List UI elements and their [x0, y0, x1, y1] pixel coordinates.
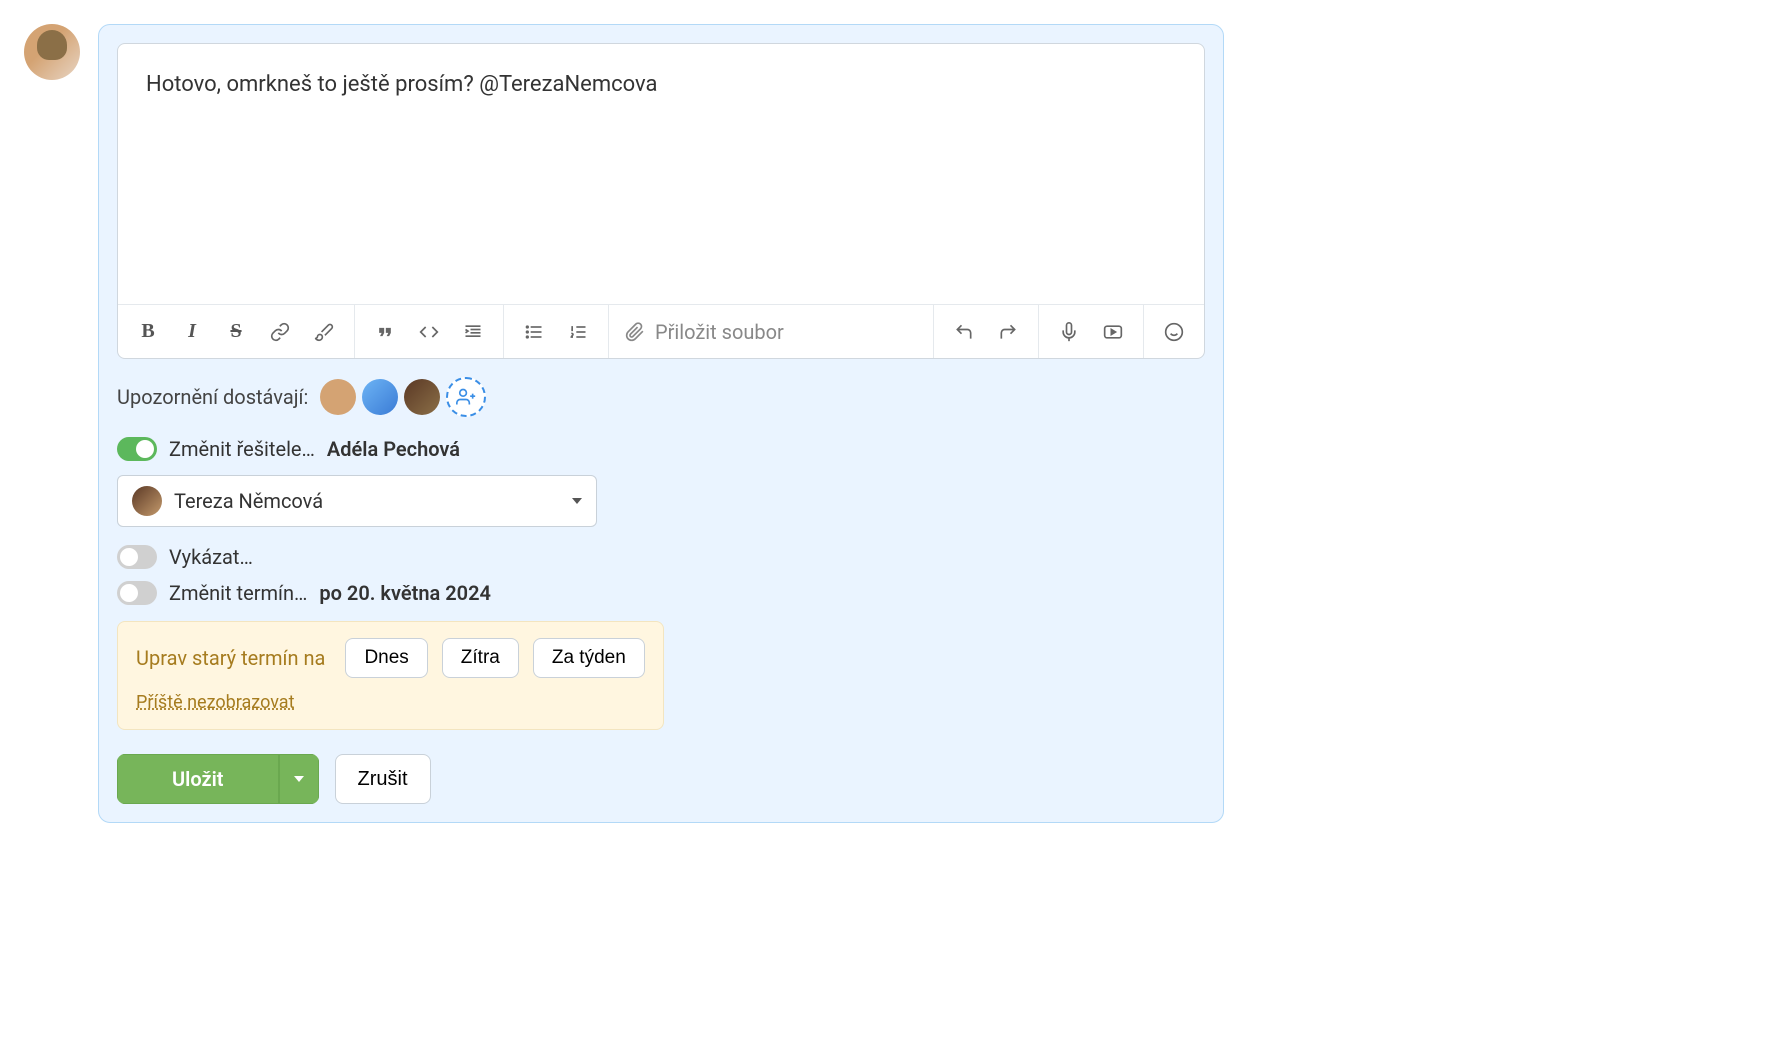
bold-icon: B	[141, 320, 154, 343]
deadline-toggle[interactable]	[117, 581, 157, 605]
attach-file-button[interactable]: Přiložit soubor	[609, 305, 934, 358]
brush-icon	[314, 322, 334, 342]
mic-icon	[1059, 322, 1079, 342]
track-row: Vykázat…	[117, 539, 1205, 575]
chevron-down-icon	[572, 498, 582, 504]
bold-button[interactable]: B	[126, 310, 170, 354]
toolbar-group-emoji	[1144, 305, 1204, 358]
undo-button[interactable]	[942, 310, 986, 354]
quote-button[interactable]	[363, 310, 407, 354]
paperclip-icon	[625, 322, 645, 342]
indent-button[interactable]	[451, 310, 495, 354]
message-input[interactable]: Hotovo, omrkneš to ještě prosím? @Tereza…	[118, 44, 1204, 304]
notify-avatars	[320, 377, 486, 417]
assignee-row: Změnit řešitele… Adéla Pechová	[117, 431, 1205, 467]
italic-button[interactable]: I	[170, 310, 214, 354]
cancel-button[interactable]: Zrušit	[335, 754, 431, 804]
redo-button[interactable]	[986, 310, 1030, 354]
track-toggle-label: Vykázat…	[169, 545, 253, 569]
ul-icon	[524, 322, 544, 342]
assignee-select-avatar	[132, 486, 162, 516]
ol-button[interactable]	[556, 310, 600, 354]
ul-button[interactable]	[512, 310, 556, 354]
author-avatar	[24, 24, 80, 80]
quote-icon	[375, 322, 395, 342]
toolbar-group-block	[355, 305, 504, 358]
deadline-suggest-box: Uprav starý termín na Dnes Zítra Za týde…	[117, 621, 664, 730]
notify-avatar[interactable]	[362, 379, 398, 415]
toolbar-group-media	[1039, 305, 1144, 358]
person-plus-icon	[456, 387, 476, 407]
assignee-select-value: Tereza Němcová	[174, 489, 560, 513]
save-button[interactable]: Uložit	[117, 754, 279, 804]
notify-avatar[interactable]	[404, 379, 440, 415]
code-icon	[419, 322, 439, 342]
link-icon	[270, 322, 290, 342]
attach-label: Přiložit soubor	[655, 320, 784, 344]
deadline-option-tomorrow[interactable]: Zítra	[442, 638, 519, 678]
chevron-down-icon	[294, 776, 304, 782]
link-button[interactable]	[258, 310, 302, 354]
assignee-toggle[interactable]	[117, 437, 157, 461]
deadline-option-today[interactable]: Dnes	[345, 638, 427, 678]
add-notify-person-button[interactable]	[446, 377, 486, 417]
redo-icon	[998, 322, 1018, 342]
strike-icon: S	[230, 320, 241, 343]
italic-icon: I	[188, 320, 196, 343]
emoji-button[interactable]	[1152, 310, 1196, 354]
assignee-select[interactable]: Tereza Němcová	[117, 475, 597, 527]
video-button[interactable]	[1091, 310, 1135, 354]
emoji-icon	[1164, 322, 1184, 342]
editor-toolbar: B I S	[118, 304, 1204, 358]
assignee-toggle-label: Změnit řešitele…	[169, 437, 315, 461]
notify-avatar[interactable]	[320, 379, 356, 415]
deadline-suggest-label: Uprav starý termín na	[136, 646, 325, 670]
save-dropdown-button[interactable]	[279, 754, 319, 804]
assignee-current-name: Adéla Pechová	[327, 437, 460, 461]
mic-button[interactable]	[1047, 310, 1091, 354]
video-icon	[1103, 322, 1123, 342]
code-button[interactable]	[407, 310, 451, 354]
toolbar-group-format: B I S	[118, 305, 355, 358]
deadline-option-week[interactable]: Za týden	[533, 638, 645, 678]
toolbar-group-list	[504, 305, 609, 358]
action-row: Uložit Zrušit	[117, 754, 1205, 804]
toolbar-group-history	[934, 305, 1039, 358]
strike-button[interactable]: S	[214, 310, 258, 354]
compose-panel: Hotovo, omrkneš to ještě prosím? @Tereza…	[98, 24, 1224, 823]
save-button-group: Uložit	[117, 754, 319, 804]
deadline-suggest-dismiss[interactable]: Příště nezobrazovat	[136, 692, 294, 713]
deadline-date: po 20. května 2024	[319, 581, 491, 605]
editor-box: Hotovo, omrkneš to ještě prosím? @Tereza…	[117, 43, 1205, 359]
undo-icon	[954, 322, 974, 342]
track-toggle[interactable]	[117, 545, 157, 569]
notify-row: Upozornění dostávají:	[117, 359, 1205, 431]
brush-button[interactable]	[302, 310, 346, 354]
notify-label: Upozornění dostávají:	[117, 385, 308, 409]
indent-icon	[463, 322, 483, 342]
ol-icon	[568, 322, 588, 342]
deadline-row: Změnit termín… po 20. května 2024	[117, 575, 1205, 611]
deadline-toggle-label: Změnit termín…	[169, 581, 307, 605]
